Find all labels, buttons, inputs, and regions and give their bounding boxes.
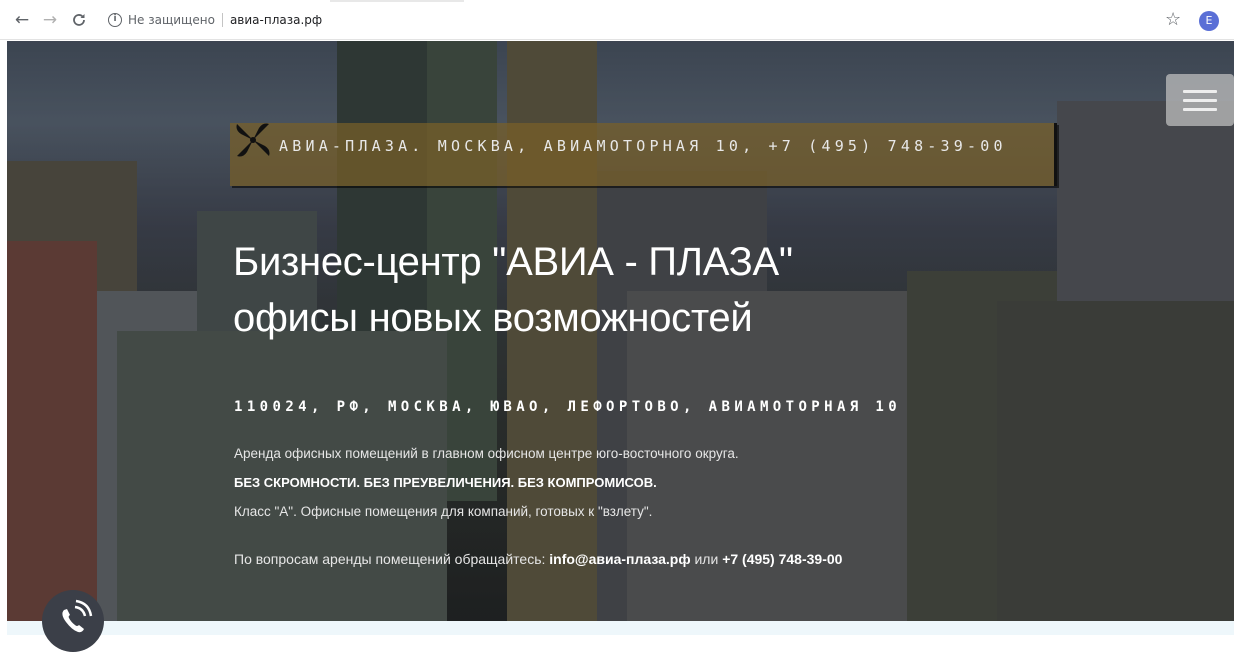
star-icon[interactable]: ☆ [1165, 9, 1181, 30]
tab-edge [330, 0, 464, 2]
title-line-1: Бизнес-центр "АВИА - ПЛАЗА" [233, 240, 793, 284]
contact-phone-link[interactable]: +7 (495) 748-39-00 [722, 551, 842, 567]
description-2: Класс "А". Офисные помещения для компани… [234, 504, 653, 519]
address-bar[interactable]: i Не защищено авиа-плаза.рф [108, 9, 322, 31]
separator [221, 13, 223, 27]
profile-avatar[interactable]: E [1199, 11, 1219, 31]
contact-email-link[interactable]: info@авиа-плаза.рф [549, 551, 690, 567]
hero-section: АВИА-ПЛАЗА. МОСКВА, АВИАМОТОРНАЯ 10, +7 … [7, 41, 1234, 621]
page-title: Бизнес-центр "АВИА - ПЛАЗА" офисы новых … [233, 234, 1033, 346]
info-icon[interactable]: i [108, 13, 122, 27]
insecure-label: Не защищено [128, 13, 215, 27]
title-line-2: офисы новых возможностей [233, 296, 753, 340]
contact-line: По вопросам аренды помещений обращайтесь… [234, 551, 842, 567]
banner-text: АВИА-ПЛАЗА. МОСКВА, АВИАМОТОРНАЯ 10, +7 … [279, 137, 1007, 155]
hamburger-menu-icon[interactable] [1166, 74, 1234, 126]
address-line: 110024, РФ, МОСКВА, ЮВАО, ЛЕФОРТОВО, АВИ… [234, 399, 902, 415]
contact-or: или [694, 551, 719, 567]
forward-arrow-icon[interactable]: → [40, 10, 60, 30]
reload-icon[interactable] [69, 10, 89, 30]
url-text[interactable]: авиа-плаза.рф [230, 13, 322, 27]
phone-call-icon[interactable] [42, 590, 104, 652]
tagline: БЕЗ СКРОМНОСТИ. БЕЗ ПРЕУВЕЛИЧЕНИЯ. БЕЗ К… [234, 475, 657, 490]
browser-toolbar: ← → i Не защищено авиа-плаза.рф ☆ E [0, 0, 1234, 40]
next-section-strip [7, 621, 1234, 635]
description: Аренда офисных помещений в главном офисн… [234, 446, 739, 461]
contact-prefix: По вопросам аренды помещений обращайтесь… [234, 551, 546, 567]
back-arrow-icon[interactable]: ← [12, 10, 32, 30]
